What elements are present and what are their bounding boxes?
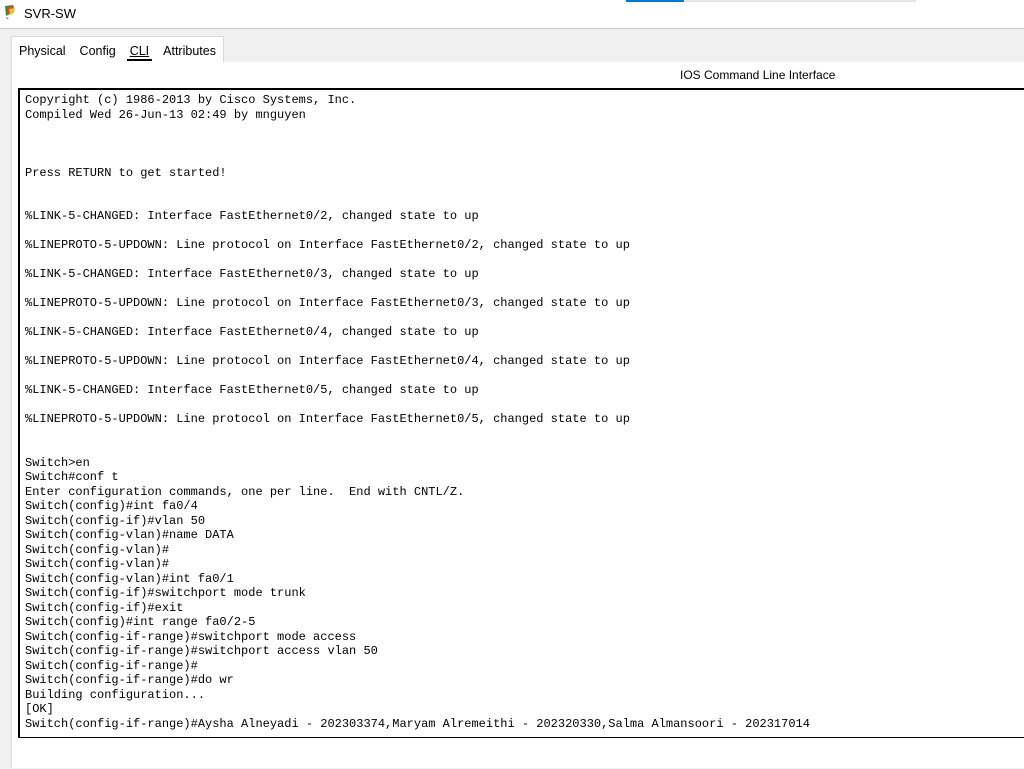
titlebar-accent [626, 0, 684, 2]
tab-cli[interactable]: CLI [123, 39, 156, 63]
tab-physical[interactable]: Physical [12, 39, 73, 63]
window-title: SVR-SW [24, 6, 76, 21]
panel-title: IOS Command Line Interface [680, 68, 836, 82]
cli-output-text[interactable]: Copyright (c) 1986-2013 by Cisco Systems… [25, 93, 810, 731]
cli-terminal[interactable]: Copyright (c) 1986-2013 by Cisco Systems… [18, 88, 1024, 738]
tab-config[interactable]: Config [73, 39, 123, 63]
packet-tracer-switch-icon [5, 5, 15, 19]
tab-bar: Physical Config CLI Attributes [11, 36, 224, 63]
window-titlebar: SVR-SW [0, 0, 1024, 28]
titlebar-divider [684, 0, 916, 2]
tab-attributes[interactable]: Attributes [156, 39, 223, 63]
